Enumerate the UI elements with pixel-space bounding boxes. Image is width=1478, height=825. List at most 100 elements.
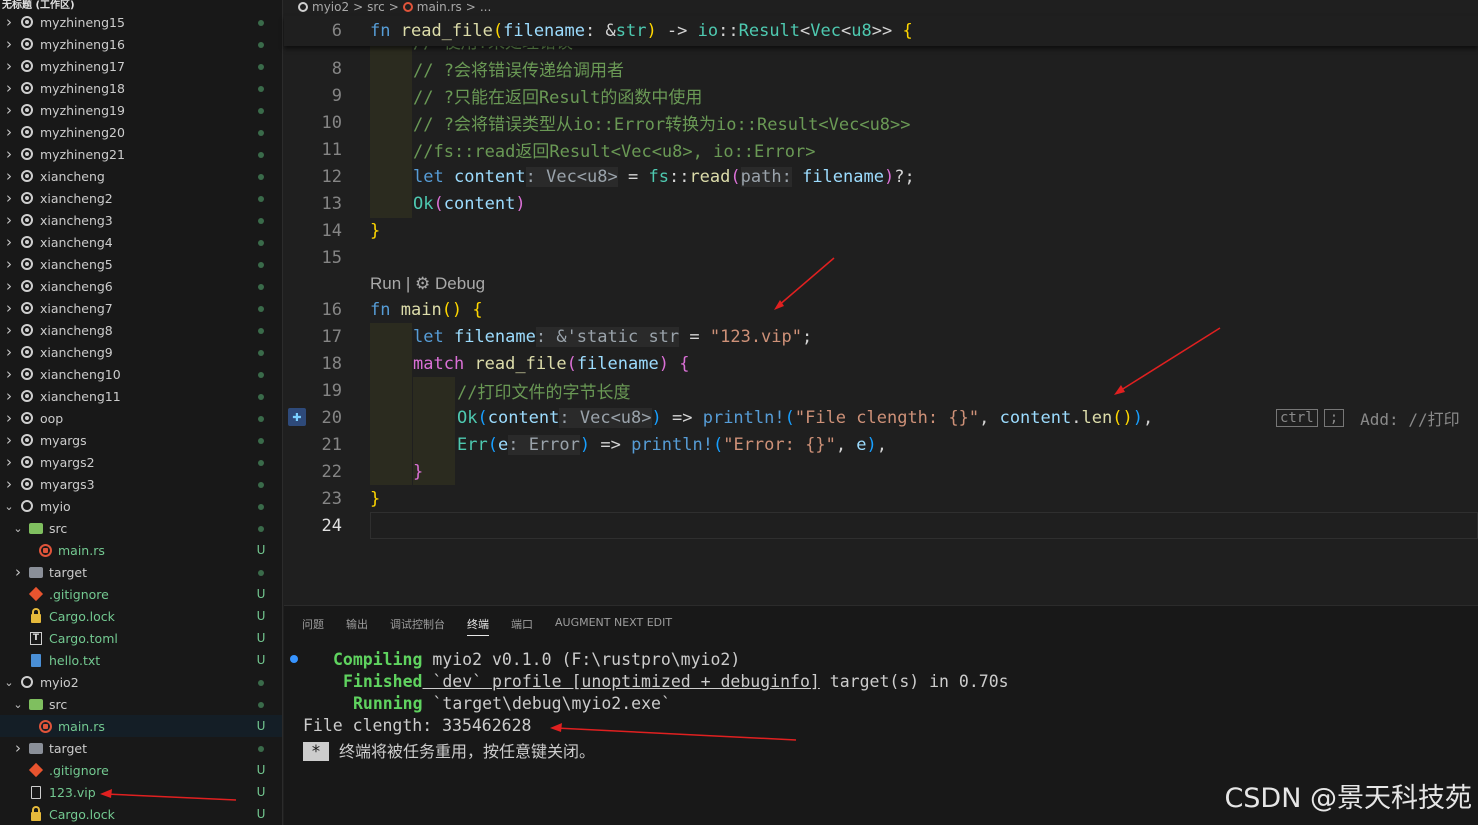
tab-terminal[interactable]: 终端 xyxy=(467,616,489,636)
sticky-scroll-header[interactable]: 6 fn read_file(filename: &str) -> io::Re… xyxy=(284,16,1478,46)
tree-item[interactable]: › xiancheng11 xyxy=(0,385,282,407)
tab-debug-console[interactable]: 调试控制台 xyxy=(390,616,445,636)
project-folder-icon xyxy=(20,675,34,689)
line-number: 18 xyxy=(321,353,342,374)
tree-item[interactable]: main.rs U xyxy=(0,715,282,737)
tree-item[interactable]: › myargs3 xyxy=(0,473,282,495)
chevron-down-icon: ⌄ xyxy=(4,499,14,513)
inline-suggestion[interactable]: ctrl ; Add: //打印 xyxy=(1276,404,1460,431)
tab-augment-next-edit[interactable]: AUGMENT NEXT EDIT xyxy=(555,616,672,636)
status-dot-icon xyxy=(258,372,264,378)
tree-item[interactable]: › myzhineng20 xyxy=(0,121,282,143)
git-status-badge: U xyxy=(256,785,266,799)
breadcrumb-item[interactable]: myio2 xyxy=(312,0,349,14)
chevron-down-icon: ⌄ xyxy=(13,697,23,711)
tree-item[interactable]: ⌄ src xyxy=(0,517,282,539)
status-dot-icon xyxy=(258,570,264,576)
status-dot-icon xyxy=(258,350,264,356)
tree-item[interactable]: › myzhineng18 xyxy=(0,77,282,99)
ai-suggestion-gutter-icon[interactable]: ✚ xyxy=(288,408,306,426)
tree-item[interactable]: ⌄ myio xyxy=(0,495,282,517)
tab-output[interactable]: 输出 xyxy=(346,616,368,636)
git-status-dot xyxy=(251,455,271,469)
breadcrumb-item[interactable]: ... xyxy=(480,0,491,14)
tree-item[interactable]: › xiancheng8 xyxy=(0,319,282,341)
tree-item[interactable]: › xiancheng7 xyxy=(0,297,282,319)
status-dot-icon xyxy=(258,262,264,268)
code-line: //打印文件的字节长度 xyxy=(457,383,631,403)
code-line: Ok(content: Vec<u8>) => println!("File c… xyxy=(457,407,1154,428)
code-editor[interactable]: myio2 > src > main.rs > ... 6 fn read_fi… xyxy=(284,0,1478,605)
tree-item[interactable]: › myzhineng15 xyxy=(0,11,282,33)
tree-item[interactable]: › myzhineng17 xyxy=(0,55,282,77)
codelens-run-debug[interactable]: Run | ⚙ Debug xyxy=(370,274,485,294)
tree-item[interactable]: › myargs xyxy=(0,429,282,451)
breadcrumb-item[interactable]: src xyxy=(367,0,385,14)
tree-item[interactable]: › myzhineng19 xyxy=(0,99,282,121)
line-number: 16 xyxy=(321,299,342,320)
chevron-right-icon: › xyxy=(6,167,12,185)
code-line: match read_file(filename) { xyxy=(413,353,690,374)
tab-problems[interactable]: 问题 xyxy=(302,616,324,636)
breadcrumb-item[interactable]: main.rs xyxy=(417,0,462,14)
project-folder-icon xyxy=(20,433,34,447)
tree-item[interactable]: › oop xyxy=(0,407,282,429)
tree-item[interactable]: › xiancheng5 xyxy=(0,253,282,275)
status-dot-icon xyxy=(258,64,264,70)
code-line: Err(e: Error) => println!("Error: {}", e… xyxy=(457,434,888,455)
git-status-dot xyxy=(251,345,271,359)
src-folder-icon xyxy=(29,521,43,535)
chevron-right-icon: › xyxy=(6,343,12,361)
tree-item[interactable]: Cargo.lock U xyxy=(0,605,282,627)
chevron-right-icon: › xyxy=(6,13,12,31)
tree-item[interactable]: › myzhineng16 xyxy=(0,33,282,55)
status-dot-icon xyxy=(258,130,264,136)
project-folder-icon xyxy=(20,169,34,183)
tree-item[interactable]: › myargs2 xyxy=(0,451,282,473)
tree-item[interactable]: .gitignore U xyxy=(0,759,282,781)
tree-item[interactable]: › xiancheng10 xyxy=(0,363,282,385)
annotation-arrow xyxy=(1114,327,1221,395)
tree-item-label: myzhineng19 xyxy=(40,102,125,118)
tree-item[interactable]: main.rs U xyxy=(0,539,282,561)
project-folder-icon xyxy=(20,345,34,359)
explorer-sidebar: 无标题 (工作区) › myzhineng15 › myzhineng16 › myzhi… xyxy=(0,0,283,825)
tree-item-label: myio2 xyxy=(40,674,79,690)
tree-item[interactable]: › myzhineng21 xyxy=(0,143,282,165)
status-dot-icon xyxy=(258,746,264,752)
git-status-dot xyxy=(251,37,271,51)
status-dot-icon xyxy=(258,702,264,708)
git-status-dot xyxy=(251,741,271,755)
tree-item[interactable]: › target xyxy=(0,561,282,583)
git-status-dot xyxy=(251,15,271,29)
rust-icon xyxy=(402,2,413,12)
tree-item[interactable]: › xiancheng9 xyxy=(0,341,282,363)
tree-item[interactable]: › target xyxy=(0,737,282,759)
git-status-dot xyxy=(251,301,271,315)
tree-item[interactable]: T Cargo.toml U xyxy=(0,627,282,649)
status-dot-icon xyxy=(258,42,264,48)
tree-item[interactable]: › xiancheng2 xyxy=(0,187,282,209)
chevron-right-icon: › xyxy=(6,123,12,141)
tree-item-label: xiancheng9 xyxy=(40,344,113,360)
git-status-dot xyxy=(251,125,271,139)
tree-item-label: xiancheng xyxy=(40,168,105,184)
chevron-right-icon: › xyxy=(6,409,12,427)
tab-ports[interactable]: 端口 xyxy=(511,616,533,636)
tree-item[interactable]: › xiancheng4 xyxy=(0,231,282,253)
tree-item-label: xiancheng2 xyxy=(40,190,113,206)
chevron-right-icon: › xyxy=(6,431,12,449)
tree-item[interactable]: ⌄ src xyxy=(0,693,282,715)
git-status-dot xyxy=(251,367,271,381)
tree-item[interactable]: › xiancheng xyxy=(0,165,282,187)
tree-item[interactable]: hello.txt U xyxy=(0,649,282,671)
git-status-dot xyxy=(251,411,271,425)
tree-item[interactable]: › xiancheng6 xyxy=(0,275,282,297)
tree-item[interactable]: .gitignore U xyxy=(0,583,282,605)
tree-item[interactable]: › xiancheng3 xyxy=(0,209,282,231)
project-folder-icon xyxy=(20,411,34,425)
tree-item[interactable]: ⌄ myio2 xyxy=(0,671,282,693)
git-status-badge: U xyxy=(256,631,266,645)
code-line: let content: Vec<u8> = fs::read(path: fi… xyxy=(413,166,915,187)
panel-tabs: 问题 输出 调试控制台 终端 端口 AUGMENT NEXT EDIT xyxy=(302,616,672,636)
